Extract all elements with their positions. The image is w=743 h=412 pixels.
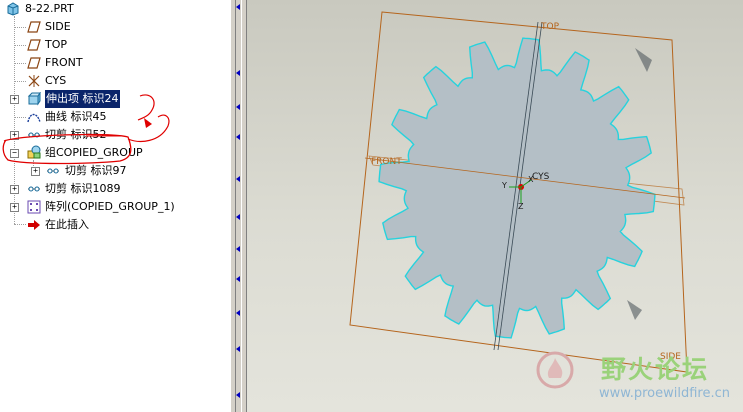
panel-splitter[interactable] — [230, 0, 247, 412]
splitter-arrow-icon — [236, 346, 240, 352]
splitter-arrow-icon — [236, 104, 240, 110]
splitter-arrow-icon — [236, 214, 240, 220]
splitter-arrow-icon — [236, 246, 240, 252]
watermark-url: www.proewildfire.cn — [599, 386, 730, 401]
axis-label-y: Y — [502, 181, 507, 190]
splitter-arrow-icon — [236, 134, 240, 140]
csys-label: CYS — [532, 172, 550, 182]
splitter-arrow-icon — [236, 392, 240, 398]
splitter-arrow-icon — [236, 176, 240, 182]
splitter-arrow-icon — [236, 70, 240, 76]
splitter-arrow-icon — [236, 4, 240, 10]
datum-label-top: TOP — [541, 22, 560, 32]
model-tree: 8-22.PRT SIDE TOP FRONT CYS + 伸出项 标识24 曲… — [0, 0, 230, 412]
watermark-title: 野火论坛 — [601, 355, 710, 384]
watermark-logo-icon — [536, 351, 574, 389]
splitter-arrow-icon — [236, 276, 240, 282]
red-annotation-markup — [2, 94, 170, 165]
axis-label-z: Z — [518, 202, 524, 211]
datum-label-front: FRONT — [371, 157, 402, 167]
graphics-viewport[interactable]: TOP FRONT SIDE CYS X Y Z 野火论坛 www.proewi… — [247, 0, 743, 412]
axis-label-x: X — [528, 175, 534, 184]
splitter-arrow-icon — [236, 310, 240, 316]
